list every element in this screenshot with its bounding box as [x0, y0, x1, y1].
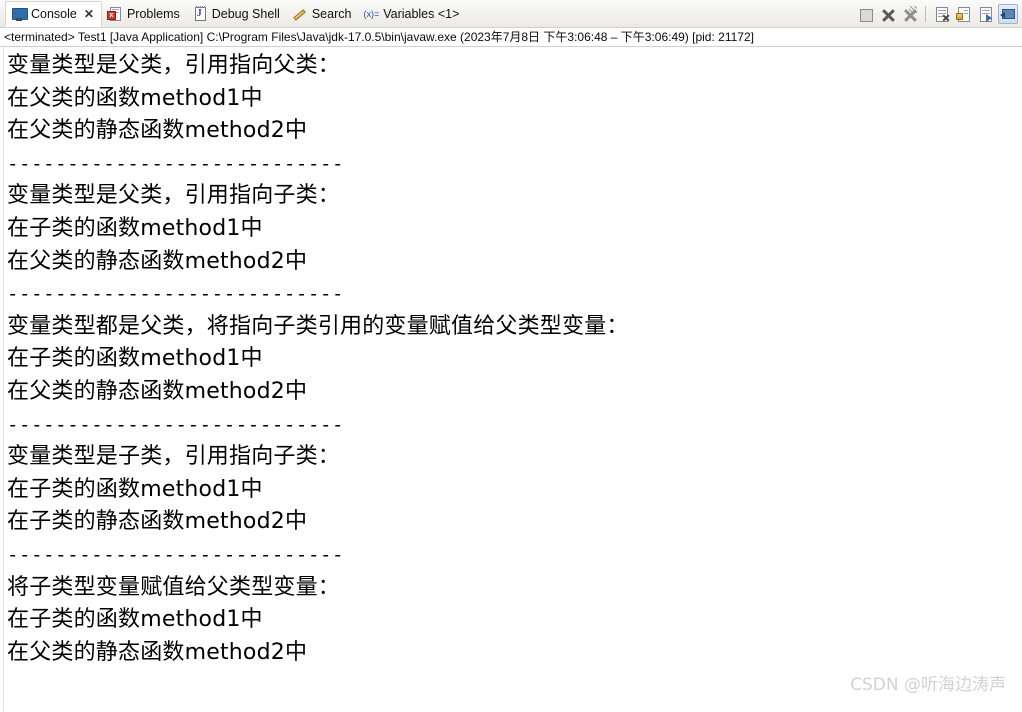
console-text-line: 在父类的函数method1中 — [7, 85, 263, 111]
console-text-line: 将子类型变量赋值给父类型变量： — [7, 574, 341, 600]
tab-console[interactable]: Console ✕ — [5, 0, 102, 27]
console-text-line: 在父类的静态函数method2中 — [7, 639, 308, 665]
search-pencil-icon — [292, 6, 308, 22]
console-text-line: 在父类的静态函数method2中 — [7, 248, 308, 274]
clear-console-button[interactable] — [932, 4, 952, 24]
tab-label: Variables <1> — [383, 6, 460, 21]
console-separator-line: ---------------------------- — [7, 543, 345, 566]
toolbar-separator — [925, 6, 926, 22]
tab-debug-shell[interactable]: J Debug Shell — [187, 1, 287, 27]
debug-shell-icon: J — [192, 5, 208, 22]
problems-error-icon: x — [106, 6, 123, 22]
console-monitor-icon — [11, 6, 28, 22]
console-separator-line: ---------------------------- — [7, 413, 345, 436]
console-output-area[interactable]: 变量类型是父类，引用指向父类： 在父类的函数method1中在父类的静态函数met… — [0, 47, 1022, 711]
remove-all-terminated-button[interactable] — [899, 4, 919, 24]
tab-problems[interactable]: x Problems — [102, 1, 187, 27]
console-text-line: 变量类型是子类，引用指向子类： — [7, 444, 341, 470]
console-line-list: 变量类型是父类，引用指向父类： 在父类的函数method1中在父类的静态函数met… — [0, 47, 1022, 669]
console-text-line: 在子类的函数method1中 — [7, 215, 263, 241]
tab-label: Problems — [126, 6, 180, 21]
tab-label: Search — [311, 6, 352, 21]
console-text-line: 变量类型是父类，引用指向父类： — [7, 53, 341, 78]
csdn-watermark: CSDN @听海边涛声 — [850, 675, 1006, 695]
console-text-line: 在子类的函数method1中 — [7, 346, 263, 372]
view-tab-bar: Console ✕ x Problems J Debug Shell Search (x)= V… — [0, 0, 1022, 28]
variables-xequals-icon: (x)= — [363, 8, 380, 19]
tab-variables-1[interactable]: (x)= Variables <1> — [358, 1, 466, 27]
console-separator-line: ---------------------------- — [7, 152, 345, 175]
scroll-lock-button[interactable] — [954, 4, 974, 24]
console-text-line: 在父类的静态函数method2中 — [7, 118, 308, 144]
console-separator-line: ---------------------------- — [7, 283, 345, 306]
console-text-line: 在子类的函数method1中 — [7, 476, 263, 502]
console-text-line: 在父类的静态函数method2中 — [7, 378, 308, 404]
launch-configuration-line: <terminated> Test1 [Java Application] C:… — [0, 28, 1022, 47]
tab-search[interactable]: Search — [287, 1, 359, 27]
close-icon[interactable]: ✕ — [84, 8, 94, 20]
tab-list: Console ✕ x Problems J Debug Shell Search (x)= V… — [5, 0, 466, 28]
display-selected-console-button[interactable] — [998, 4, 1018, 24]
tab-label: Console — [31, 6, 77, 21]
show-console-on-output-button[interactable] — [976, 4, 996, 24]
console-text-line: 在子类的静态函数method2中 — [7, 509, 308, 535]
console-text-line: 在子类的函数method1中 — [7, 607, 263, 633]
terminate-button[interactable] — [855, 4, 875, 24]
tab-label: Debug Shell — [211, 6, 280, 21]
console-toolbar — [855, 0, 1018, 28]
console-text-line: 变量类型是父类，引用指向子类： — [7, 183, 341, 209]
remove-launch-button[interactable] — [877, 4, 897, 24]
console-text-line: 变量类型都是父类，将指向子类引用的变量赋值给父类型变量： — [7, 313, 629, 339]
eclipse-console-view: Console ✕ x Problems J Debug Shell Search (x)= V… — [0, 0, 1022, 712]
